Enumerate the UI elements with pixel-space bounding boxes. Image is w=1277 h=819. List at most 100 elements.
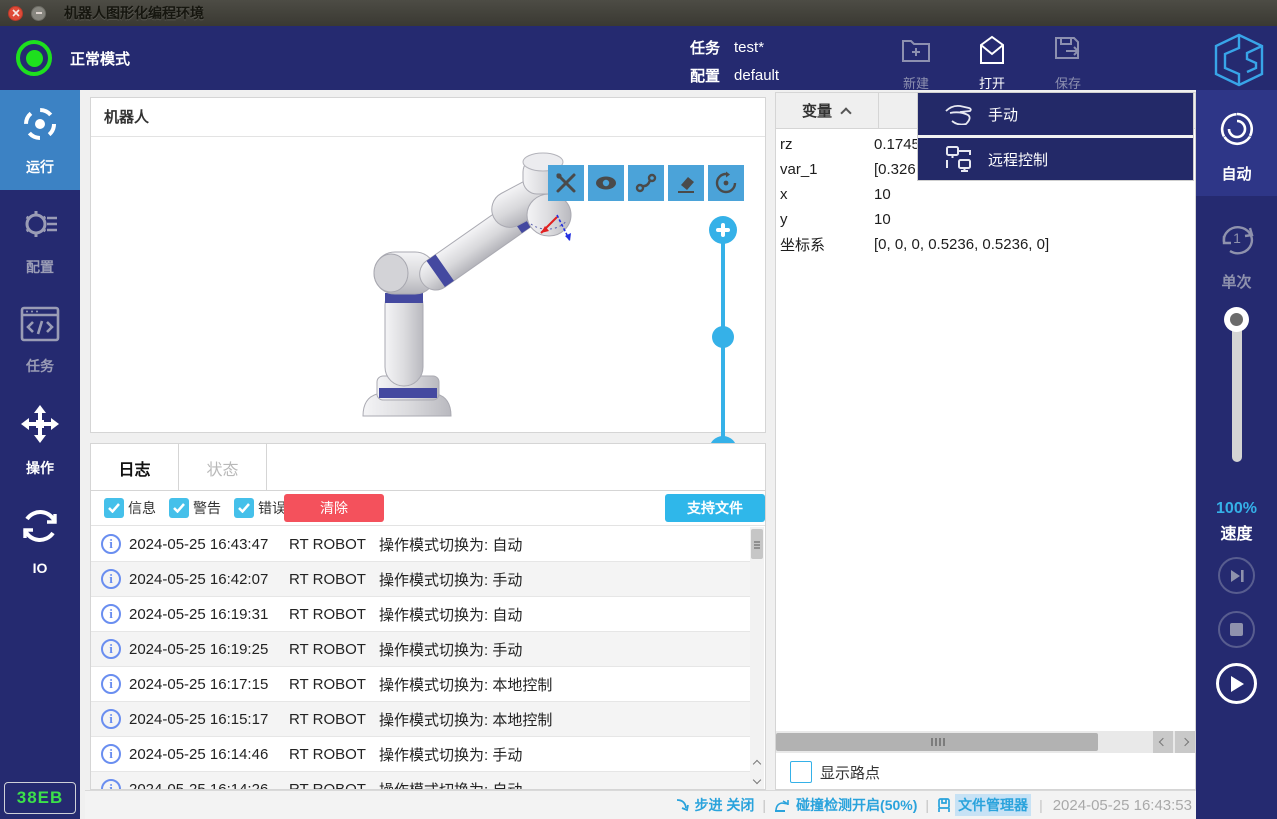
- step-forward-button[interactable]: [1218, 557, 1255, 594]
- scroll-up-icon[interactable]: [750, 753, 764, 771]
- zoom-in-button[interactable]: [709, 216, 737, 244]
- scroll-left-icon[interactable]: [1153, 731, 1173, 753]
- play-button[interactable]: [1216, 663, 1257, 704]
- status-code-badge: 38EB: [4, 782, 76, 814]
- zoom-control: [708, 216, 738, 466]
- titlebar: 机器人图形化编程环境: [0, 0, 1277, 26]
- mode-label: 正常模式: [70, 48, 130, 69]
- variable-row[interactable]: 坐标系 [0, 0, 0, 0.5236, 0.5236, 0]: [776, 232, 1195, 257]
- info-icon: i: [101, 709, 121, 729]
- app-logo-icon: [1209, 32, 1269, 93]
- left-sidebar: 运行 配置 任务 操作: [0, 90, 80, 819]
- auto-swirl-icon: [1214, 106, 1260, 157]
- stop-button[interactable]: [1218, 611, 1255, 648]
- open-button[interactable]: 打开: [954, 30, 1030, 88]
- menu-item-manual[interactable]: 手动: [918, 93, 1193, 135]
- robot-panel: 机器人: [90, 97, 766, 433]
- sidebar-item-config[interactable]: 配置: [0, 190, 80, 290]
- eraser-button[interactable]: [668, 165, 704, 201]
- waypoints-button[interactable]: [628, 165, 664, 201]
- collapse-caret-icon: [840, 107, 851, 118]
- clear-button[interactable]: 清除: [284, 494, 384, 522]
- close-icon[interactable]: [8, 6, 23, 21]
- log-scrollbar[interactable]: [750, 527, 764, 790]
- variables-title: 变量: [802, 100, 832, 121]
- menu-item-remote[interactable]: 远程控制: [918, 138, 1193, 180]
- tab-status[interactable]: 状态: [179, 444, 267, 491]
- error-filter-label: 错误: [258, 498, 286, 518]
- variable-row[interactable]: y 10: [776, 207, 1195, 232]
- right-sidebar: 自动 1 单次 100% 速度: [1196, 90, 1277, 819]
- clock: 2024-05-25 16:43:53: [1053, 797, 1192, 814]
- config-value: default: [734, 67, 779, 84]
- hand-icon: [942, 103, 976, 125]
- status-dot-icon: [16, 40, 52, 76]
- move-arrows-icon: [19, 403, 61, 450]
- log-panel: 日志 状态 信息 警告 错误 清除 支持文件 i 2024-05-25 16:4…: [90, 443, 766, 790]
- error-checkbox[interactable]: [234, 498, 254, 518]
- single-run-button[interactable]: 1 单次: [1196, 196, 1277, 302]
- show-waypoints-label: 显示路点: [820, 762, 880, 783]
- run-icon: [20, 104, 60, 149]
- auto-mode-button[interactable]: 自动: [1196, 90, 1277, 196]
- hscrollbar-thumb[interactable]: [776, 733, 1098, 751]
- info-icon: i: [101, 744, 121, 764]
- log-row: i 2024-05-25 16:14:26 RT ROBOT 操作模式切换为: …: [91, 772, 751, 790]
- eye-button[interactable]: [588, 165, 624, 201]
- variables-panel: 变量 rz 0.1745 var_1 [0.326 x 10 y 10 坐标系 …: [775, 92, 1196, 790]
- log-row: i 2024-05-25 16:19:31 RT ROBOT 操作模式切换为: …: [91, 597, 751, 632]
- io-arrows-icon: [19, 505, 61, 552]
- log-list[interactable]: i 2024-05-25 16:43:47 RT ROBOT 操作模式切换为: …: [91, 527, 751, 790]
- sidebar-item-task[interactable]: 任务: [0, 290, 80, 390]
- save-button[interactable]: 保存: [1030, 30, 1106, 88]
- scroll-down-icon[interactable]: [750, 772, 764, 790]
- variable-row[interactable]: x 10: [776, 182, 1195, 207]
- tools-button[interactable]: [548, 165, 584, 201]
- info-icon: i: [101, 674, 121, 694]
- speed-slider-handle[interactable]: [1224, 307, 1249, 332]
- scroll-right-icon[interactable]: [1175, 731, 1195, 753]
- task-value: test*: [734, 39, 764, 56]
- variables-hscrollbar[interactable]: [776, 731, 1195, 753]
- sidebar-item-run[interactable]: 运行: [0, 90, 80, 190]
- warning-filter-label: 警告: [193, 498, 221, 518]
- window-title: 机器人图形化编程环境: [64, 3, 204, 23]
- minimize-icon[interactable]: [31, 6, 46, 21]
- log-filter-row: 信息 警告 错误 清除 支持文件: [91, 491, 765, 526]
- log-row: i 2024-05-25 16:15:17 RT ROBOT 操作模式切换为: …: [91, 702, 751, 737]
- info-checkbox[interactable]: [104, 498, 124, 518]
- show-waypoints-row: 显示路点: [790, 761, 880, 783]
- status-bar: 步进 关闭 | 碰撞检测开启(50%) | 文件管理器 | 2024-05-25…: [85, 790, 1196, 819]
- new-button[interactable]: 新建: [878, 30, 954, 88]
- rotate-view-button[interactable]: [708, 165, 744, 201]
- file-manager-status[interactable]: 文件管理器: [937, 794, 1031, 816]
- show-waypoints-checkbox[interactable]: [790, 761, 812, 783]
- new-file-icon: [900, 30, 932, 70]
- speed-slider[interactable]: [1232, 318, 1242, 462]
- log-row: i 2024-05-25 16:43:47 RT ROBOT 操作模式切换为: …: [91, 527, 751, 562]
- info-icon: i: [101, 569, 121, 589]
- mode-dropdown-menu: 手动 远程控制: [917, 92, 1194, 181]
- gear-icon: [19, 204, 61, 249]
- speed-label: 速度: [1196, 520, 1277, 544]
- warning-checkbox[interactable]: [169, 498, 189, 518]
- log-row: i 2024-05-25 16:14:46 RT ROBOT 操作模式切换为: …: [91, 737, 751, 772]
- info-icon: i: [101, 779, 121, 790]
- speed-value: 100%: [1196, 500, 1277, 518]
- log-row: i 2024-05-25 16:19:25 RT ROBOT 操作模式切换为: …: [91, 632, 751, 667]
- info-icon: i: [101, 534, 121, 554]
- task-label: 任务: [690, 37, 720, 58]
- remote-control-icon: [942, 146, 976, 172]
- support-files-button[interactable]: 支持文件: [665, 494, 765, 522]
- log-tabs: 日志 状态: [91, 444, 765, 491]
- log-scrollbar-thumb[interactable]: [751, 529, 763, 559]
- sidebar-item-operate[interactable]: 操作: [0, 390, 80, 490]
- step-status[interactable]: 步进 关闭: [675, 795, 755, 815]
- zoom-slider-handle[interactable]: [712, 326, 734, 348]
- save-icon: [1052, 30, 1084, 70]
- view-toolbar: [544, 165, 744, 201]
- sidebar-item-io[interactable]: IO: [0, 490, 80, 590]
- collision-status[interactable]: 碰撞检测开启(50%): [774, 795, 917, 815]
- open-file-icon: [976, 30, 1008, 70]
- tab-log[interactable]: 日志: [91, 444, 179, 491]
